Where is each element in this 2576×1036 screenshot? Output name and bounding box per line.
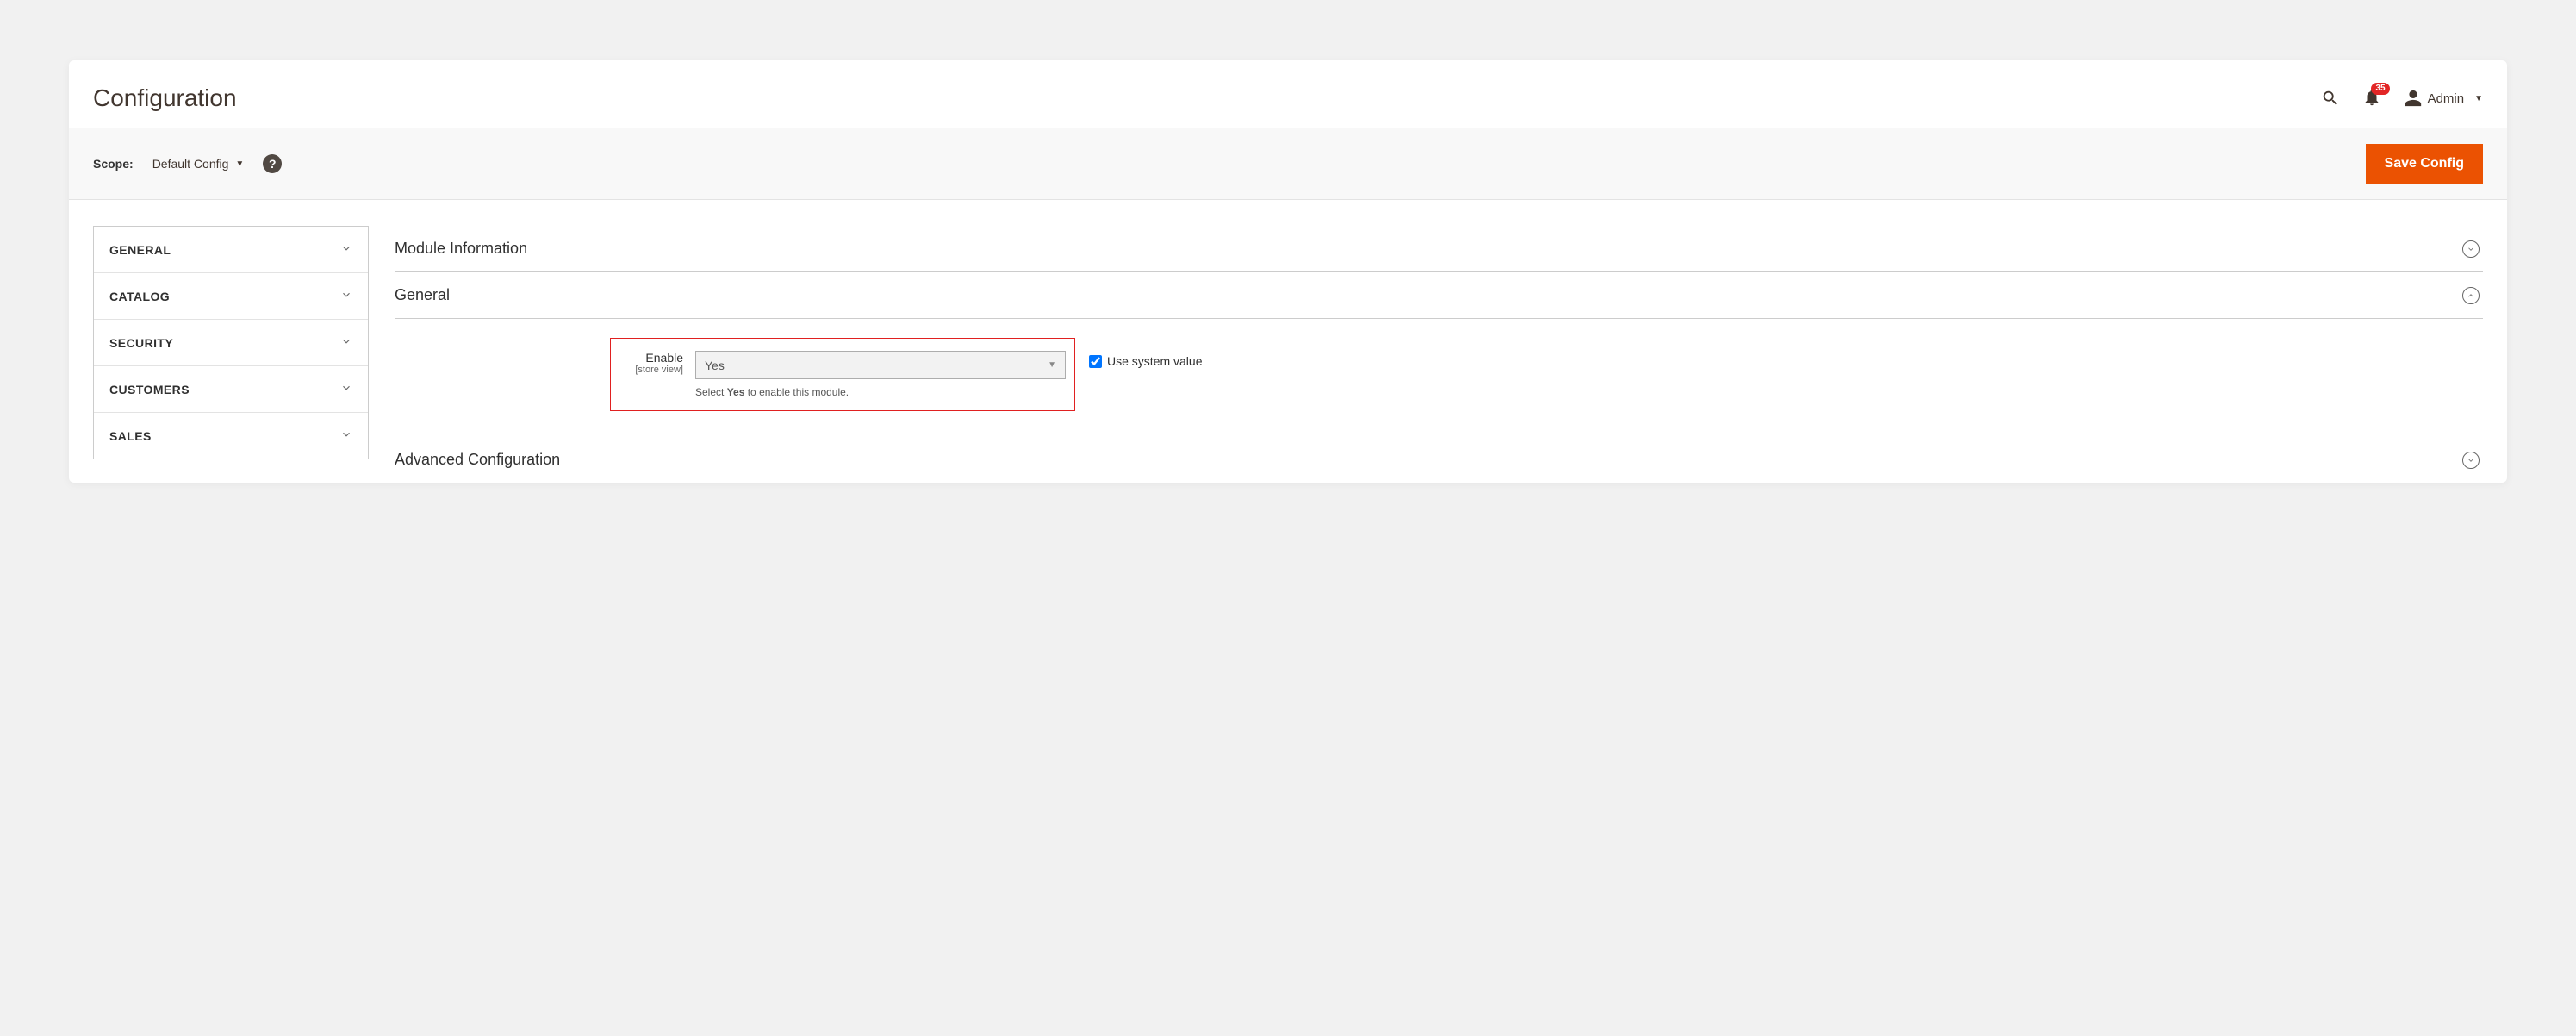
chevron-down-icon	[2462, 452, 2480, 469]
chevron-down-icon	[340, 242, 352, 257]
caret-icon: ▼	[2474, 94, 2483, 103]
section-module-information[interactable]: Module Information	[395, 226, 2483, 272]
scope-bar: Scope: Default Config ▼ ? Save Config	[69, 128, 2507, 200]
scope-label: Scope:	[93, 157, 134, 171]
config-sidebar: GENERAL CATALOG SECURITY CUSTOMERS SALES	[93, 226, 369, 459]
sidebar-item-security[interactable]: SECURITY	[94, 320, 368, 366]
use-system-value[interactable]: Use system value	[1089, 354, 1202, 368]
sidebar-item-label: CUSTOMERS	[109, 383, 190, 396]
caret-icon: ▼	[235, 159, 244, 169]
user-icon	[2404, 89, 2423, 108]
sidebar-item-label: CATALOG	[109, 290, 170, 303]
save-config-button[interactable]: Save Config	[2366, 144, 2483, 184]
config-main: Module Information General Enable [store…	[395, 226, 2483, 483]
chevron-down-icon	[340, 335, 352, 350]
chevron-down-icon	[340, 289, 352, 303]
chevron-up-icon	[2462, 287, 2480, 304]
field-sublabel: [store view]	[623, 365, 683, 375]
select-value: Yes	[705, 359, 725, 372]
section-advanced-configuration[interactable]: Advanced Configuration	[395, 437, 2483, 483]
notification-badge: 35	[2371, 83, 2389, 95]
section-general-body: Enable [store view] Yes ▼ Select Yes to …	[395, 319, 2483, 437]
section-title: Module Information	[395, 240, 527, 258]
sidebar-item-sales[interactable]: SALES	[94, 413, 368, 459]
page-title: Configuration	[93, 84, 237, 112]
triangle-down-icon: ▼	[1048, 360, 1056, 370]
scope-left: Scope: Default Config ▼ ?	[93, 154, 282, 173]
header-actions: 35 Admin ▼	[2321, 88, 2483, 109]
help-icon[interactable]: ?	[263, 154, 282, 173]
section-general[interactable]: General	[395, 272, 2483, 319]
search-icon[interactable]	[2321, 89, 2340, 108]
field-label: Enable	[623, 351, 683, 365]
user-menu[interactable]: Admin ▼	[2404, 89, 2483, 108]
field-label-col: Enable [store view]	[623, 351, 683, 375]
sidebar-item-label: SALES	[109, 429, 152, 443]
scope-value: Default Config	[152, 157, 229, 171]
chevron-down-icon	[2462, 240, 2480, 258]
field-enable: Enable [store view] Yes ▼ Select Yes to …	[623, 351, 1043, 398]
enable-highlight: Enable [store view] Yes ▼ Select Yes to …	[610, 338, 1075, 411]
use-system-label: Use system value	[1107, 354, 1202, 368]
use-system-checkbox[interactable]	[1089, 355, 1102, 368]
config-body: GENERAL CATALOG SECURITY CUSTOMERS SALES	[69, 200, 2507, 483]
notifications-button[interactable]: 35	[2362, 88, 2381, 109]
note-post: to enable this module.	[744, 386, 849, 398]
config-panel: Configuration 35 Admin ▼ Scope:	[69, 60, 2507, 483]
sidebar-item-label: GENERAL	[109, 243, 171, 257]
note-pre: Select	[695, 386, 727, 398]
section-title: Advanced Configuration	[395, 451, 560, 469]
sidebar-item-customers[interactable]: CUSTOMERS	[94, 366, 368, 413]
chevron-down-icon	[340, 428, 352, 443]
enable-select[interactable]: Yes ▼	[695, 351, 1066, 379]
field-note: Select Yes to enable this module.	[695, 386, 1066, 398]
page-header: Configuration 35 Admin ▼	[69, 60, 2507, 128]
section-title: General	[395, 286, 450, 304]
chevron-down-icon	[340, 382, 352, 396]
field-control-col: Yes ▼ Select Yes to enable this module.	[695, 351, 1066, 398]
user-label: Admin	[2428, 91, 2465, 106]
note-bold: Yes	[727, 386, 745, 398]
sidebar-item-label: SECURITY	[109, 336, 173, 350]
sidebar-item-general[interactable]: GENERAL	[94, 227, 368, 273]
scope-picker[interactable]: Default Config ▼	[152, 157, 245, 171]
sidebar-item-catalog[interactable]: CATALOG	[94, 273, 368, 320]
